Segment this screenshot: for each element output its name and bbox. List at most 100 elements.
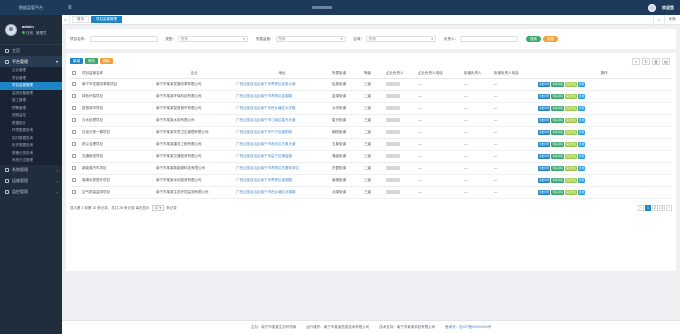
column-header[interactable]: 等级	[362, 69, 384, 79]
table-row[interactable]: 污水处理项目 南宁市某某水务有限公司 广西壮族自治区南宁市江南区星光大道 星光街道 三级…	[70, 114, 672, 127]
cell-address[interactable]: 广西壮族自治区南宁市邕宁区蒲庙镇	[234, 150, 330, 163]
rectify-button[interactable]: 指定整改	[564, 117, 578, 123]
handle-button[interactable]: 处理	[578, 141, 586, 147]
rectify-button[interactable]: 指定整改	[564, 165, 578, 171]
column-header[interactable]: 地址	[234, 69, 330, 79]
row-checkbox[interactable]	[70, 150, 80, 163]
top-user-label[interactable]: 欢迎您	[662, 5, 674, 11]
rectify-button[interactable]: 指定整改	[564, 93, 578, 99]
delete-button[interactable]: 删除	[100, 58, 113, 64]
inspect-button[interactable]: 巡检排查	[538, 93, 551, 99]
inspect-button[interactable]: 巡检排查	[538, 141, 551, 147]
prev-page-button[interactable]: ‹	[638, 205, 644, 211]
row-checkbox[interactable]	[70, 90, 80, 103]
sidebar-sub-item-active[interactable]: 项目监管管理	[0, 82, 62, 90]
search-button[interactable]: 搜索	[526, 36, 541, 42]
cell-address[interactable]: 广西壮族自治区南宁市江南区星光大道	[234, 114, 330, 127]
next-page-button[interactable]: ›	[666, 205, 672, 211]
reset-button[interactable]: 重置	[543, 36, 558, 42]
page-button-active[interactable]: 1	[645, 205, 651, 211]
inspect-button[interactable]: 巡检排查	[538, 165, 551, 171]
edit-button[interactable]: 修改	[85, 58, 98, 64]
column-header[interactable]: 街道负责人	[462, 69, 492, 79]
sidebar-item-ops[interactable]: 运维管理 ‹	[0, 176, 62, 187]
table-row[interactable]: 智慧城市项目 南宁市某某智慧城市有限公司 广西壮族自治区南宁市西乡塘区大学路 大学街道…	[70, 102, 672, 115]
search-icon[interactable]: ⌕	[632, 57, 640, 65]
detail-button[interactable]: 查看详情	[551, 81, 564, 87]
cell-address[interactable]: 广西壮族自治区南宁市兴宁区朝阳路	[234, 126, 330, 139]
sidebar-sub-item[interactable]: 系统日志管理	[0, 157, 62, 165]
sidebar-item-platform[interactable]: 平台管理 ▾	[0, 56, 62, 67]
cell-address[interactable]: 广西壮族自治区南宁市青秀区金湖路	[234, 90, 330, 103]
hamburger-icon[interactable]: ≡	[68, 5, 72, 11]
tab-scroll-left-icon[interactable]: «	[62, 14, 70, 25]
table-row[interactable]: 空气质量监测项目 南宁市某某生态环境监测有限公司 广西壮族自治区南宁市西乡塘区北湖路…	[70, 186, 672, 199]
rectify-button[interactable]: 指定整改	[564, 177, 578, 183]
cell-address[interactable]: 广西壮族自治区南宁市青秀区南湖路	[234, 174, 330, 187]
sidebar-item-home[interactable]: 主页	[0, 45, 62, 56]
sidebar-sub-item[interactable]: 实时数据查询	[0, 134, 62, 142]
table-row[interactable]: 扬尘治理项目 南宁市某某建设工程有限公司 广西壮族自治区南宁市良庆区五象大道 五象街道…	[70, 138, 672, 151]
detail-button[interactable]: 查看详情	[551, 177, 564, 183]
column-header[interactable]: 所属街道	[330, 69, 362, 79]
handle-button[interactable]: 处理	[578, 129, 586, 135]
table-row[interactable]: 新能源汽车项目 南宁市某某新能源科技有限公司 广西壮族自治区南宁市青秀区东盟商务区东…	[70, 162, 672, 175]
footer-record[interactable]: 备案号：桂ICP备00000000号	[445, 325, 491, 330]
cell-address[interactable]: 广西壮族自治区南宁市青秀区民族大道	[234, 78, 330, 91]
tab-refresh-button[interactable]: 刷新	[664, 14, 680, 25]
project-name-input[interactable]	[89, 36, 158, 42]
row-checkbox[interactable]	[70, 78, 80, 91]
sidebar-sub-item[interactable]: 环境数据查询	[0, 127, 62, 135]
table-row[interactable]: 南宁市发展改革委项目 南宁市某某发展改革有限公司 广西壮族自治区南宁市青秀区民族大道…	[70, 78, 672, 91]
inspect-button[interactable]: 巡检排查	[538, 129, 551, 135]
table-row[interactable]: 垃圾分类一期项目 南宁市某某环境卫生管理有限公司 广西壮族自治区南宁市兴宁区朝阳路朝…	[70, 126, 672, 139]
table-row[interactable]: 交通枢纽项目 南宁市某某交通投资有限公司 广西壮族自治区南宁市邕宁区蒲庙镇 蒲庙街道三…	[70, 150, 672, 163]
column-header[interactable]: 街道负责人电话	[492, 69, 536, 79]
handle-button[interactable]: 处理	[578, 93, 586, 99]
tab-scroll-right-icon[interactable]: »	[653, 14, 664, 25]
table-row[interactable]: 南湖水质提升项目 南宁市某某水利投资有限公司 广西壮族自治区南宁市青秀区南湖路 南湖街…	[70, 174, 672, 187]
sidebar-sub-item[interactable]: 历史数据查询	[0, 142, 62, 150]
page-button[interactable]: 3	[659, 205, 665, 211]
rectify-button[interactable]: 指定整改	[564, 189, 578, 195]
sidebar-item-monitor[interactable]: 监控管理 ‹	[0, 187, 62, 198]
row-checkbox[interactable]	[70, 126, 80, 139]
detail-button[interactable]: 查看详情	[551, 141, 564, 147]
row-checkbox[interactable]	[70, 114, 80, 127]
refresh-icon[interactable]: ↻	[642, 57, 650, 65]
tab-active[interactable]: 项目监管管理	[91, 16, 122, 23]
row-checkbox[interactable]	[70, 102, 80, 115]
inspect-button[interactable]: 巡检排查	[538, 81, 551, 87]
handle-button[interactable]: 处理	[578, 153, 586, 159]
type-select[interactable]: 所有 ▾	[178, 36, 248, 42]
sidebar-sub-item[interactable]: 预警管理	[0, 104, 62, 112]
detail-button[interactable]: 查看详情	[551, 105, 564, 111]
inspect-button[interactable]: 巡检排查	[538, 153, 551, 159]
status-select[interactable]: 所有 ▾	[275, 36, 346, 42]
column-header[interactable]: 企业	[154, 69, 234, 79]
select-all-checkbox[interactable]	[70, 69, 80, 79]
rectify-button[interactable]: 指定整改	[564, 81, 578, 87]
owner-input[interactable]	[460, 36, 518, 42]
inspect-button[interactable]: 巡检排查	[538, 117, 551, 123]
cell-address[interactable]: 广西壮族自治区南宁市良庆区五象大道	[234, 138, 330, 151]
row-checkbox[interactable]	[70, 138, 80, 151]
column-header[interactable]: 企业负责人	[384, 69, 416, 79]
sidebar-sub-item[interactable]: 项目管理	[0, 74, 62, 82]
inspect-button[interactable]: 巡检排查	[538, 189, 551, 195]
handle-button[interactable]: 处理	[578, 177, 586, 183]
sidebar-sub-item[interactable]: 监测设备管理	[0, 89, 62, 97]
detail-button[interactable]: 查看详情	[551, 153, 564, 159]
handle-button[interactable]: 处理	[578, 165, 586, 171]
detail-button[interactable]: 查看详情	[551, 189, 564, 195]
detail-button[interactable]: 查看详情	[551, 117, 564, 123]
rectify-button[interactable]: 指定整改	[564, 129, 578, 135]
rectify-button[interactable]: 指定整改	[564, 153, 578, 159]
area-select[interactable]: 所有 ▾	[366, 36, 436, 42]
row-checkbox[interactable]	[70, 174, 80, 187]
sidebar-sub-item[interactable]: 施工管理	[0, 97, 62, 105]
rectify-button[interactable]: 指定整改	[564, 141, 578, 147]
add-button[interactable]: 新增	[70, 58, 83, 64]
top-avatar[interactable]	[648, 3, 656, 12]
inspect-button[interactable]: 巡检排查	[538, 177, 551, 183]
